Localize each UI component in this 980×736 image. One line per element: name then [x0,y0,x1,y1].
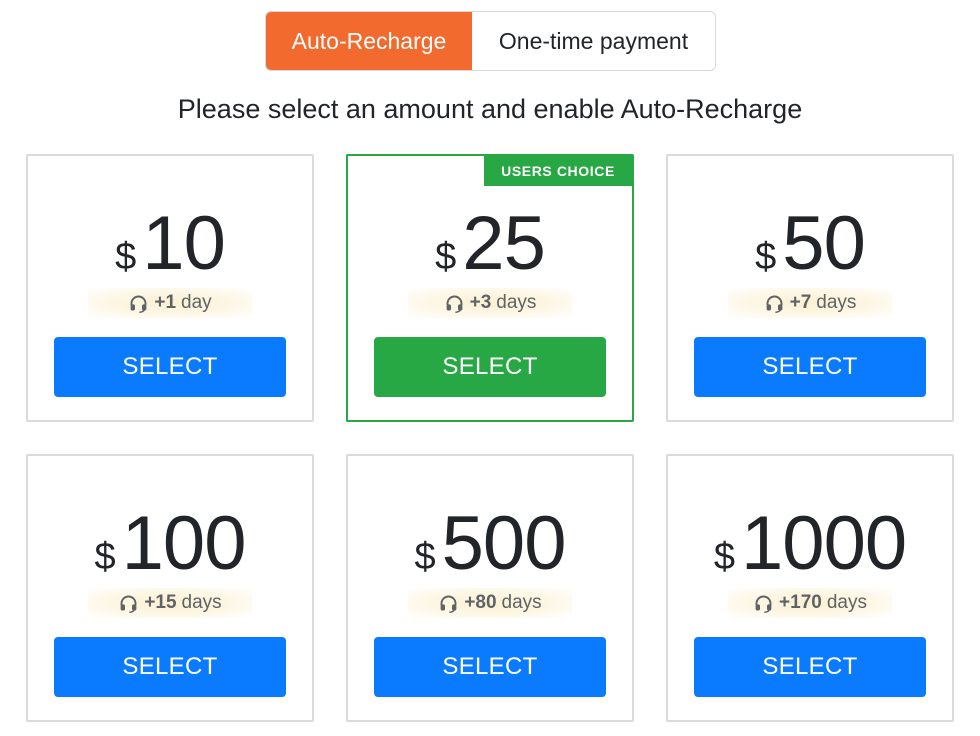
plan-amount: 100 [121,501,247,586]
plan-price: $ 25 [348,202,632,286]
bonus-value: +1 [154,292,177,313]
bonus-unit: days [826,592,867,613]
plan-price: $ 100 [28,502,312,586]
plan-amount: 500 [441,501,567,586]
currency-symbol: $ [414,536,436,578]
currency-symbol: $ [435,236,457,278]
currency-symbol: $ [755,236,777,278]
bonus-value: +7 [789,292,812,313]
plan-price: $ 500 [348,502,632,586]
plan-amount: 25 [462,201,546,286]
headset-icon [766,295,783,313]
headset-icon [755,595,772,613]
currency-symbol: $ [115,236,137,278]
payment-type-toggle: Auto-Recharge One-time payment [265,11,716,71]
plan-bonus: +1 day [88,288,252,318]
plan-card-100: $ 100 +15 days SELECT [26,454,314,722]
plan-bonus: +170 days [728,588,892,618]
select-button[interactable]: SELECT [374,637,606,697]
headset-icon [120,595,137,613]
headset-icon [130,295,147,313]
plan-price: $ 10 [28,202,312,286]
plan-amount: 1000 [741,501,907,586]
bonus-unit: days [816,292,857,313]
auto-recharge-tab[interactable]: Auto-Recharge [266,12,472,70]
plan-card-50: $ 50 +7 days SELECT [666,154,954,422]
plan-card-25: USERS CHOICE $ 25 +3 days SELECT [346,154,634,422]
plan-card-500: $ 500 +80 days SELECT [346,454,634,722]
currency-symbol: $ [94,536,116,578]
select-button[interactable]: SELECT [694,637,926,697]
headset-icon [446,295,463,313]
select-button[interactable]: SELECT [54,337,286,397]
select-button[interactable]: SELECT [694,337,926,397]
select-button[interactable]: SELECT [54,637,286,697]
page-heading: Please select an amount and enable Auto-… [177,94,803,124]
bonus-value: +3 [469,292,492,313]
one-time-payment-tab[interactable]: One-time payment [472,12,715,70]
plan-card-1000: $ 1000 +170 days SELECT [666,454,954,722]
bonus-unit: days [496,292,537,313]
plan-bonus: +80 days [408,588,572,618]
select-button[interactable]: SELECT [374,337,606,397]
plan-amount: 10 [142,201,226,286]
plan-bonus: +7 days [728,288,892,318]
plan-bonus: +15 days [88,588,252,618]
bonus-unit: days [501,592,542,613]
plan-card-10: $ 10 +1 day SELECT [26,154,314,422]
bonus-value: +80 [464,592,497,613]
bonus-value: +15 [144,592,177,613]
currency-symbol: $ [713,536,736,578]
plan-bonus: +3 days [408,288,572,318]
bonus-unit: day [181,292,212,313]
bonus-value: +170 [779,592,822,613]
plan-price: $ 1000 [668,502,952,586]
plan-price: $ 50 [668,202,952,286]
plan-amount: 50 [782,201,866,286]
users-choice-badge: USERS CHOICE [484,156,632,186]
headset-icon [440,595,457,613]
bonus-unit: days [181,592,222,613]
